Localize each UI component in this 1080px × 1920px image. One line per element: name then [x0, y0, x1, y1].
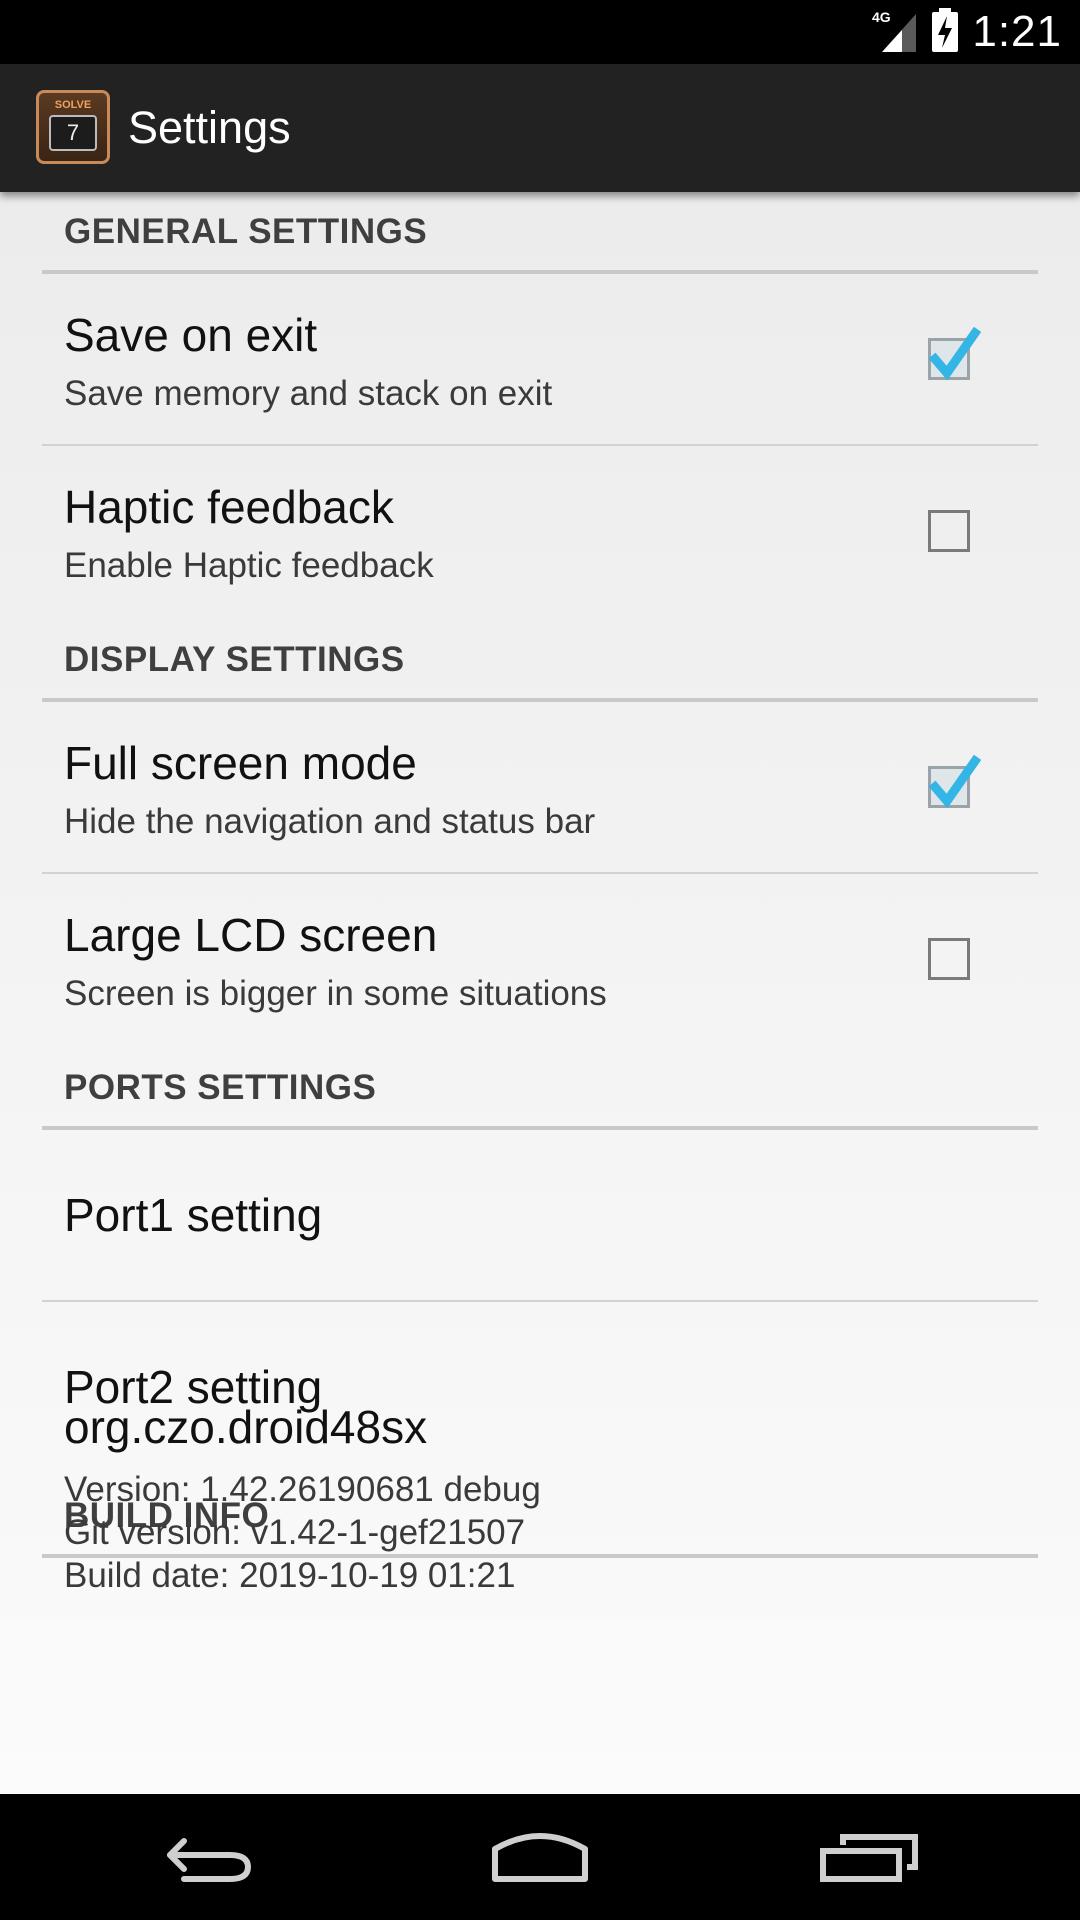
home-button[interactable]: [460, 1812, 620, 1902]
pref-summary: Screen is bigger in some situations: [64, 974, 607, 1013]
battery-charging-icon: [932, 7, 959, 57]
save-on-exit-checkbox[interactable]: [928, 326, 981, 381]
app-icon[interactable]: SOLVE 7: [36, 90, 110, 164]
pref-title: Save on exit: [64, 309, 318, 361]
pref-haptic-feedback[interactable]: Haptic feedback Enable Haptic feedback: [42, 446, 1038, 616]
section-header-ports: PORTS SETTINGS: [42, 1048, 1038, 1130]
section-header-display: DISPLAY SETTINGS: [42, 620, 1038, 702]
action-bar: SOLVE 7 Settings: [0, 64, 1080, 192]
build-date: Build date: 2019-10-19 01:21: [64, 1556, 516, 1595]
app-icon-label: SOLVE: [54, 99, 92, 111]
settings-screen: 4G 1:21 SOLVE 7 Settings GENERAL SETTING…: [0, 0, 1080, 1920]
home-icon: [492, 1833, 588, 1882]
pref-title: Haptic feedback: [64, 481, 394, 533]
pref-save-on-exit[interactable]: Save on exit Save memory and stack on ex…: [42, 274, 1038, 446]
pref-title: Large LCD screen: [64, 909, 438, 961]
section-header-general: GENERAL SETTINGS: [42, 192, 1038, 274]
status-time: 1:21: [972, 7, 1062, 56]
pref-summary: Hide the navigation and status bar: [64, 802, 596, 841]
section-header-label: GENERAL SETTINGS: [64, 212, 428, 251]
pref-summary: Save memory and stack on exit: [64, 374, 553, 413]
network-type-label: 4G: [872, 9, 891, 25]
build-package-name: org.czo.droid48sx: [64, 1401, 428, 1453]
pref-title: Full screen mode: [64, 737, 417, 789]
pref-full-screen-mode[interactable]: Full screen mode Hide the navigation and…: [42, 702, 1038, 874]
large-lcd-screen-checkbox[interactable]: [928, 938, 970, 980]
navigation-bar: [0, 1794, 1080, 1920]
back-button[interactable]: [130, 1812, 290, 1902]
pref-large-lcd-screen[interactable]: Large LCD screen Screen is bigger in som…: [42, 874, 1038, 1044]
status-bar: 4G 1:21: [0, 0, 1080, 64]
full-screen-mode-checkbox[interactable]: [928, 754, 981, 809]
signal-icon: 4G: [872, 8, 918, 57]
haptic-feedback-checkbox[interactable]: [928, 510, 970, 552]
checkmark-icon: [928, 754, 981, 809]
build-git-version: Git version: v1.42-1-gef21507: [64, 1513, 526, 1552]
checkmark-icon: [928, 326, 981, 381]
recent-apps-icon: [820, 1834, 918, 1882]
page-title: Settings: [128, 102, 291, 153]
section-header-label: PORTS SETTINGS: [64, 1068, 377, 1107]
app-icon-key: 7: [49, 115, 97, 151]
recent-apps-button[interactable]: [790, 1812, 950, 1902]
pref-summary: Enable Haptic feedback: [64, 546, 434, 585]
section-header-label: DISPLAY SETTINGS: [64, 640, 405, 679]
pref-title: Port1 setting: [64, 1189, 323, 1241]
build-info: org.czo.droid48sx Version: 1.42.26190681…: [64, 1400, 1024, 1597]
pref-port1-setting[interactable]: Port1 setting: [42, 1130, 1038, 1302]
status-indicators: 4G 1:21: [872, 0, 1062, 64]
back-icon: [167, 1838, 252, 1882]
build-version: Version: 1.42.26190681 debug: [64, 1470, 541, 1509]
